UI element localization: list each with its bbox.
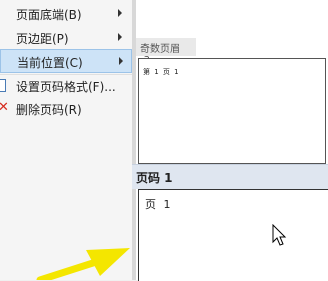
- yellow-arrow-icon: [36, 248, 130, 280]
